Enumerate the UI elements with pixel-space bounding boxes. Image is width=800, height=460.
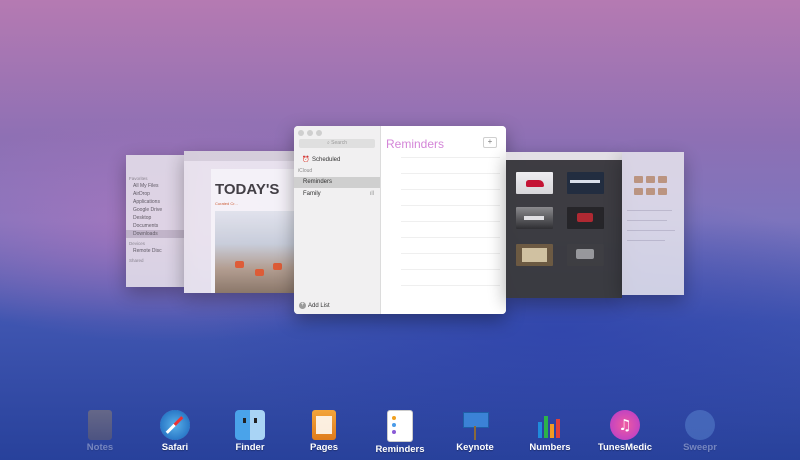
chair-shape: [255, 269, 264, 276]
photo-thumb: [658, 176, 667, 183]
photo-thumb: [658, 188, 667, 195]
keynote-icon: [460, 410, 490, 440]
safari-icon: [160, 410, 190, 440]
sidebar-item-scheduled[interactable]: ⏰ Scheduled: [294, 155, 380, 166]
article-subhead: Curated Cr...: [215, 201, 238, 206]
finder-item-remote-disc[interactable]: Remote Disc: [126, 247, 184, 255]
add-reminder-button[interactable]: +: [483, 137, 497, 148]
reminders-icon: [387, 410, 413, 442]
finder-item-applications[interactable]: Applications: [126, 198, 184, 206]
shared-header: Shared: [129, 258, 144, 263]
list-label-reminders: Reminders: [303, 179, 333, 185]
shared-icon: ıll: [369, 191, 374, 197]
theme-thumb-car[interactable]: [516, 172, 553, 194]
dock-item-keynote[interactable]: Keynote: [435, 410, 515, 453]
sweepr-icon: [685, 410, 715, 440]
safari-toolbar: [184, 151, 294, 161]
finder-item-desktop[interactable]: Desktop: [126, 214, 184, 222]
dock-label-pages: Pages: [310, 442, 338, 453]
sidebar-item-reminders[interactable]: Reminders: [294, 177, 380, 188]
add-list-label: Add List: [308, 303, 330, 309]
photo-thumb: [646, 176, 655, 183]
dock-item-safari[interactable]: Safari: [135, 410, 215, 453]
photo-thumb: [634, 176, 643, 183]
dock-label-reminders: Reminders: [375, 444, 425, 455]
article-photo: [215, 211, 294, 293]
minimize-button[interactable]: [307, 130, 313, 136]
photo-thumb: [646, 188, 655, 195]
dock-label-keynote: Keynote: [456, 442, 494, 453]
tunesmedic-icon: ♫: [610, 410, 640, 440]
alarm-clock-icon: ⏰: [302, 157, 310, 163]
keynote-window[interactable]: [506, 152, 622, 298]
dock-item-reminders[interactable]: Reminders: [360, 410, 440, 455]
keynote-toolbar: [506, 152, 622, 160]
finder-item-airdrop[interactable]: AirDrop: [126, 190, 184, 198]
icloud-header: iCloud: [298, 168, 313, 174]
finder-item-documents[interactable]: Documents: [126, 222, 184, 230]
search-input[interactable]: ⌕ Search: [299, 139, 375, 148]
devices-header: Devices: [129, 241, 146, 246]
dock-label-tunesmedic: TunesMedic: [597, 442, 653, 453]
article-headline: TODAY'S: [215, 181, 280, 198]
list-label-family: Family: [303, 191, 321, 197]
dock-label-finder: Finder: [235, 442, 265, 453]
dock-item-notes[interactable]: Notes: [60, 410, 140, 453]
theme-thumb-road[interactable]: [516, 207, 553, 229]
chair-shape: [273, 263, 282, 270]
scheduled-label: Scheduled: [312, 157, 341, 163]
theme-thumb-slate[interactable]: [567, 244, 604, 266]
close-button[interactable]: [298, 130, 304, 136]
photos-window[interactable]: [622, 152, 684, 295]
reminders-main: Reminders +: [381, 126, 506, 314]
sidebar-item-family[interactable]: Family ıll: [294, 189, 380, 200]
safari-window[interactable]: TODAY'S Curated Cr...: [184, 151, 294, 293]
theme-thumb-red[interactable]: [567, 207, 604, 229]
photo-thumb: [634, 188, 643, 195]
plus-circle-icon: +: [299, 301, 306, 309]
dock-item-tunesmedic[interactable]: ♫ TunesMedic: [585, 410, 665, 453]
chair-shape: [235, 261, 244, 268]
numbers-icon: [535, 410, 565, 440]
dock-item-finder[interactable]: Finder: [210, 410, 290, 453]
finder-icon: [235, 410, 265, 440]
pages-icon: [312, 410, 336, 440]
search-placeholder: Search: [331, 140, 348, 146]
finder-item-all-my-files[interactable]: All My Files: [126, 182, 184, 190]
article-page: TODAY'S Curated Cr...: [211, 169, 294, 293]
add-list-button[interactable]: + Add List: [299, 301, 330, 309]
theme-thumb-presentation[interactable]: [567, 172, 604, 194]
favorites-header: Favorites: [129, 176, 148, 181]
finder-item-downloads[interactable]: Downloads: [126, 230, 184, 238]
zoom-button[interactable]: [316, 130, 322, 136]
list-title: Reminders: [386, 137, 445, 151]
finder-window[interactable]: Favorites All My Files AirDrop Applicati…: [126, 155, 184, 287]
theme-thumb-vintage[interactable]: [516, 244, 553, 266]
dock-item-pages[interactable]: Pages: [284, 410, 364, 453]
dock-label-safari: Safari: [161, 442, 189, 453]
dock-item-sweepr[interactable]: Sweepr: [660, 410, 740, 453]
reminders-window[interactable]: ⌕ Search ⏰ Scheduled iCloud Reminders Fa…: [294, 126, 506, 314]
dock-label-numbers: Numbers: [529, 442, 571, 453]
dock-label-notes: Notes: [86, 442, 114, 453]
reminders-sidebar: ⌕ Search ⏰ Scheduled iCloud Reminders Fa…: [294, 126, 381, 314]
notes-icon: [88, 410, 112, 440]
dock-label-sweepr: Sweepr: [683, 442, 717, 453]
finder-item-google-drive[interactable]: Google Drive: [126, 206, 184, 214]
dock-item-numbers[interactable]: Numbers: [510, 410, 590, 453]
